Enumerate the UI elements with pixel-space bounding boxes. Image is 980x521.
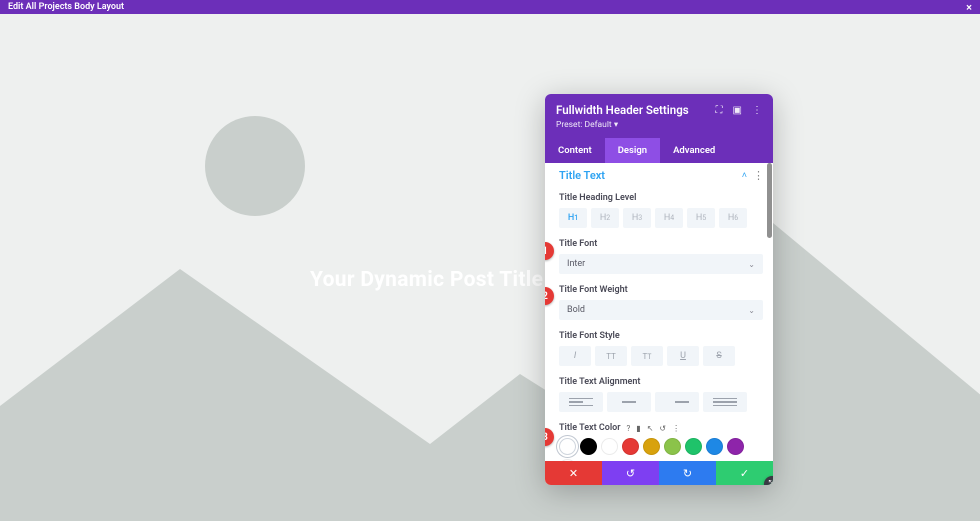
title-align-group bbox=[559, 392, 763, 412]
italic-button[interactable]: I bbox=[559, 346, 591, 366]
align-right-button[interactable] bbox=[655, 392, 699, 412]
uppercase-button[interactable]: TT bbox=[595, 346, 627, 366]
module-settings-panel: Fullwidth Header Settings ⛶ ▣ ⋮ Preset: … bbox=[545, 94, 773, 485]
editor-top-bar: Edit All Projects Body Layout × bbox=[0, 0, 980, 14]
align-center-button[interactable] bbox=[607, 392, 651, 412]
heading-level-group: H1 H2 H3 H4 H5 H6 bbox=[559, 208, 763, 228]
color-swatch-blue[interactable] bbox=[706, 438, 723, 455]
resize-handle-icon[interactable]: ⤡ bbox=[764, 476, 773, 485]
title-style-label: Title Font Style bbox=[559, 331, 763, 341]
preset-label[interactable]: Preset: Default ▾ bbox=[556, 120, 762, 130]
color-swatch-amber[interactable] bbox=[643, 438, 660, 455]
chevron-down-icon: ⌄ bbox=[748, 306, 755, 315]
h2-button[interactable]: H2 bbox=[591, 208, 619, 228]
panel-title: Fullwidth Header Settings bbox=[556, 103, 689, 117]
expand-icon[interactable]: ⛶ bbox=[716, 105, 723, 116]
panel-header[interactable]: Fullwidth Header Settings ⛶ ▣ ⋮ Preset: … bbox=[545, 94, 773, 138]
underline-button[interactable]: U bbox=[667, 346, 699, 366]
panel-footer: ✕ ↺ ↻ ✓ bbox=[545, 461, 773, 485]
more-icon[interactable]: ⋮ bbox=[672, 424, 680, 433]
panel-menu-icon[interactable]: ⋮ bbox=[752, 105, 762, 116]
section-menu-icon[interactable]: ⋮ bbox=[753, 169, 763, 182]
panel-tabs: Content Design Advanced bbox=[545, 138, 773, 163]
h6-button[interactable]: H6 bbox=[719, 208, 747, 228]
title-style-group: I TT TT U S bbox=[559, 346, 763, 366]
title-color-label: Title Text Color bbox=[559, 423, 621, 433]
title-weight-value: Bold bbox=[567, 305, 585, 315]
tab-advanced[interactable]: Advanced bbox=[660, 138, 728, 163]
chevron-down-icon: ⌄ bbox=[748, 260, 755, 269]
canvas-area: Your Dynamic Post Title Will Display Her… bbox=[0, 14, 980, 521]
color-swatch-none[interactable] bbox=[559, 459, 576, 461]
h5-button[interactable]: H5 bbox=[687, 208, 715, 228]
color-swatch-green[interactable] bbox=[685, 438, 702, 455]
title-font-value: Inter bbox=[567, 259, 585, 269]
redo-button[interactable]: ↻ bbox=[659, 461, 716, 485]
editor-title: Edit All Projects Body Layout bbox=[8, 2, 124, 12]
collapse-icon[interactable]: ˄ bbox=[742, 170, 747, 181]
panel-body: Title Text ˄ ⋮ Title Heading Level H1 H2… bbox=[545, 163, 773, 461]
capitalize-button[interactable]: TT bbox=[631, 346, 663, 366]
align-left-button[interactable] bbox=[559, 392, 603, 412]
section-title[interactable]: Title Text bbox=[559, 169, 605, 182]
color-swatches bbox=[559, 438, 763, 461]
title-weight-select[interactable]: Bold ⌄ bbox=[559, 300, 763, 320]
title-weight-label: Title Font Weight bbox=[559, 285, 763, 295]
tab-design[interactable]: Design bbox=[605, 138, 660, 163]
wireframe-icon[interactable]: ▣ bbox=[733, 105, 742, 116]
tab-content[interactable]: Content bbox=[545, 138, 605, 163]
color-swatch-purple[interactable] bbox=[727, 438, 744, 455]
title-font-label: Title Font bbox=[559, 239, 763, 249]
responsive-icon[interactable]: ▮ bbox=[636, 424, 640, 433]
close-editor-icon[interactable]: × bbox=[966, 2, 972, 13]
title-font-select[interactable]: Inter ⌄ bbox=[559, 254, 763, 274]
h4-button[interactable]: H4 bbox=[655, 208, 683, 228]
hover-icon[interactable]: ↖ bbox=[647, 424, 654, 433]
undo-button[interactable]: ↺ bbox=[602, 461, 659, 485]
color-swatch-lime[interactable] bbox=[664, 438, 681, 455]
strike-button[interactable]: S bbox=[703, 346, 735, 366]
cancel-button[interactable]: ✕ bbox=[545, 461, 602, 485]
align-justify-button[interactable] bbox=[703, 392, 747, 412]
reset-icon[interactable]: ↺ bbox=[659, 424, 666, 433]
color-swatch-selected[interactable] bbox=[559, 438, 576, 455]
color-swatch-red[interactable] bbox=[622, 438, 639, 455]
h3-button[interactable]: H3 bbox=[623, 208, 651, 228]
heading-level-label: Title Heading Level bbox=[559, 193, 763, 203]
h1-button[interactable]: H1 bbox=[559, 208, 587, 228]
title-align-label: Title Text Alignment bbox=[559, 377, 763, 387]
help-icon[interactable]: ? bbox=[627, 424, 631, 433]
panel-header-icons: ⛶ ▣ ⋮ bbox=[716, 105, 762, 116]
color-swatch-white[interactable] bbox=[601, 438, 618, 455]
scrollbar[interactable] bbox=[767, 163, 772, 238]
color-swatch-black[interactable] bbox=[580, 438, 597, 455]
